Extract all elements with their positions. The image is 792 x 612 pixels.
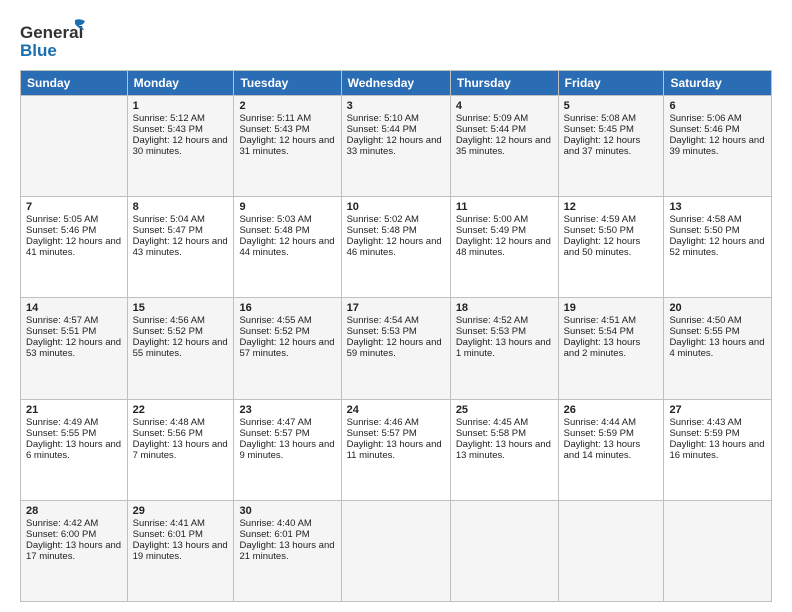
week-row-5: 28Sunrise: 4:42 AMSunset: 6:00 PMDayligh… bbox=[21, 500, 772, 601]
calendar-cell: 2Sunrise: 5:11 AMSunset: 5:43 PMDaylight… bbox=[234, 96, 341, 197]
col-header-wednesday: Wednesday bbox=[341, 71, 450, 96]
calendar-cell: 3Sunrise: 5:10 AMSunset: 5:44 PMDaylight… bbox=[341, 96, 450, 197]
day-number: 25 bbox=[456, 404, 553, 416]
day-number: 22 bbox=[133, 404, 229, 416]
day-number: 27 bbox=[669, 404, 766, 416]
calendar-cell: 19Sunrise: 4:51 AMSunset: 5:54 PMDayligh… bbox=[558, 298, 664, 399]
week-row-1: 1Sunrise: 5:12 AMSunset: 5:43 PMDaylight… bbox=[21, 96, 772, 197]
calendar-table: SundayMondayTuesdayWednesdayThursdayFrid… bbox=[20, 70, 772, 602]
calendar-cell bbox=[21, 96, 128, 197]
svg-text:General: General bbox=[20, 23, 83, 42]
week-row-2: 7Sunrise: 5:05 AMSunset: 5:46 PMDaylight… bbox=[21, 197, 772, 298]
calendar-cell: 16Sunrise: 4:55 AMSunset: 5:52 PMDayligh… bbox=[234, 298, 341, 399]
svg-text:Blue: Blue bbox=[20, 41, 57, 60]
day-number: 21 bbox=[26, 404, 122, 416]
day-number: 23 bbox=[239, 404, 335, 416]
day-number: 14 bbox=[26, 302, 122, 314]
col-header-sunday: Sunday bbox=[21, 71, 128, 96]
day-number: 2 bbox=[239, 100, 335, 112]
day-number: 12 bbox=[564, 201, 659, 213]
calendar-cell: 28Sunrise: 4:42 AMSunset: 6:00 PMDayligh… bbox=[21, 500, 128, 601]
calendar-cell: 18Sunrise: 4:52 AMSunset: 5:53 PMDayligh… bbox=[450, 298, 558, 399]
calendar-cell: 12Sunrise: 4:59 AMSunset: 5:50 PMDayligh… bbox=[558, 197, 664, 298]
day-number: 29 bbox=[133, 505, 229, 517]
calendar-cell: 29Sunrise: 4:41 AMSunset: 6:01 PMDayligh… bbox=[127, 500, 234, 601]
col-header-thursday: Thursday bbox=[450, 71, 558, 96]
calendar-cell: 11Sunrise: 5:00 AMSunset: 5:49 PMDayligh… bbox=[450, 197, 558, 298]
calendar-cell: 10Sunrise: 5:02 AMSunset: 5:48 PMDayligh… bbox=[341, 197, 450, 298]
page-header: GeneralBlue bbox=[20, 18, 772, 62]
day-number: 26 bbox=[564, 404, 659, 416]
calendar-cell: 4Sunrise: 5:09 AMSunset: 5:44 PMDaylight… bbox=[450, 96, 558, 197]
calendar-header-row: SundayMondayTuesdayWednesdayThursdayFrid… bbox=[21, 71, 772, 96]
day-number: 13 bbox=[669, 201, 766, 213]
day-number: 9 bbox=[239, 201, 335, 213]
day-number: 28 bbox=[26, 505, 122, 517]
calendar-cell bbox=[664, 500, 772, 601]
day-number: 15 bbox=[133, 302, 229, 314]
calendar-cell: 21Sunrise: 4:49 AMSunset: 5:55 PMDayligh… bbox=[21, 399, 128, 500]
day-number: 17 bbox=[347, 302, 445, 314]
week-row-4: 21Sunrise: 4:49 AMSunset: 5:55 PMDayligh… bbox=[21, 399, 772, 500]
calendar-cell bbox=[341, 500, 450, 601]
calendar-cell: 6Sunrise: 5:06 AMSunset: 5:46 PMDaylight… bbox=[664, 96, 772, 197]
day-number: 18 bbox=[456, 302, 553, 314]
col-header-tuesday: Tuesday bbox=[234, 71, 341, 96]
day-number: 11 bbox=[456, 201, 553, 213]
day-number: 8 bbox=[133, 201, 229, 213]
calendar-cell: 1Sunrise: 5:12 AMSunset: 5:43 PMDaylight… bbox=[127, 96, 234, 197]
calendar-cell: 5Sunrise: 5:08 AMSunset: 5:45 PMDaylight… bbox=[558, 96, 664, 197]
calendar-cell: 17Sunrise: 4:54 AMSunset: 5:53 PMDayligh… bbox=[341, 298, 450, 399]
day-number: 6 bbox=[669, 100, 766, 112]
calendar-cell: 7Sunrise: 5:05 AMSunset: 5:46 PMDaylight… bbox=[21, 197, 128, 298]
day-number: 10 bbox=[347, 201, 445, 213]
day-number: 1 bbox=[133, 100, 229, 112]
calendar-cell: 23Sunrise: 4:47 AMSunset: 5:57 PMDayligh… bbox=[234, 399, 341, 500]
calendar-cell: 20Sunrise: 4:50 AMSunset: 5:55 PMDayligh… bbox=[664, 298, 772, 399]
calendar-cell bbox=[450, 500, 558, 601]
logo: GeneralBlue bbox=[20, 18, 90, 62]
calendar-cell: 22Sunrise: 4:48 AMSunset: 5:56 PMDayligh… bbox=[127, 399, 234, 500]
calendar-cell: 26Sunrise: 4:44 AMSunset: 5:59 PMDayligh… bbox=[558, 399, 664, 500]
day-number: 20 bbox=[669, 302, 766, 314]
day-number: 16 bbox=[239, 302, 335, 314]
calendar-cell: 25Sunrise: 4:45 AMSunset: 5:58 PMDayligh… bbox=[450, 399, 558, 500]
day-number: 30 bbox=[239, 505, 335, 517]
calendar-cell: 24Sunrise: 4:46 AMSunset: 5:57 PMDayligh… bbox=[341, 399, 450, 500]
day-number: 19 bbox=[564, 302, 659, 314]
calendar-cell: 13Sunrise: 4:58 AMSunset: 5:50 PMDayligh… bbox=[664, 197, 772, 298]
calendar-cell: 14Sunrise: 4:57 AMSunset: 5:51 PMDayligh… bbox=[21, 298, 128, 399]
calendar-cell: 9Sunrise: 5:03 AMSunset: 5:48 PMDaylight… bbox=[234, 197, 341, 298]
col-header-saturday: Saturday bbox=[664, 71, 772, 96]
calendar-cell bbox=[558, 500, 664, 601]
logo-svg: GeneralBlue bbox=[20, 18, 90, 62]
col-header-monday: Monday bbox=[127, 71, 234, 96]
calendar-cell: 27Sunrise: 4:43 AMSunset: 5:59 PMDayligh… bbox=[664, 399, 772, 500]
col-header-friday: Friday bbox=[558, 71, 664, 96]
calendar-cell: 15Sunrise: 4:56 AMSunset: 5:52 PMDayligh… bbox=[127, 298, 234, 399]
day-number: 4 bbox=[456, 100, 553, 112]
day-number: 7 bbox=[26, 201, 122, 213]
day-number: 5 bbox=[564, 100, 659, 112]
calendar-cell: 8Sunrise: 5:04 AMSunset: 5:47 PMDaylight… bbox=[127, 197, 234, 298]
day-number: 3 bbox=[347, 100, 445, 112]
week-row-3: 14Sunrise: 4:57 AMSunset: 5:51 PMDayligh… bbox=[21, 298, 772, 399]
day-number: 24 bbox=[347, 404, 445, 416]
calendar-cell: 30Sunrise: 4:40 AMSunset: 6:01 PMDayligh… bbox=[234, 500, 341, 601]
